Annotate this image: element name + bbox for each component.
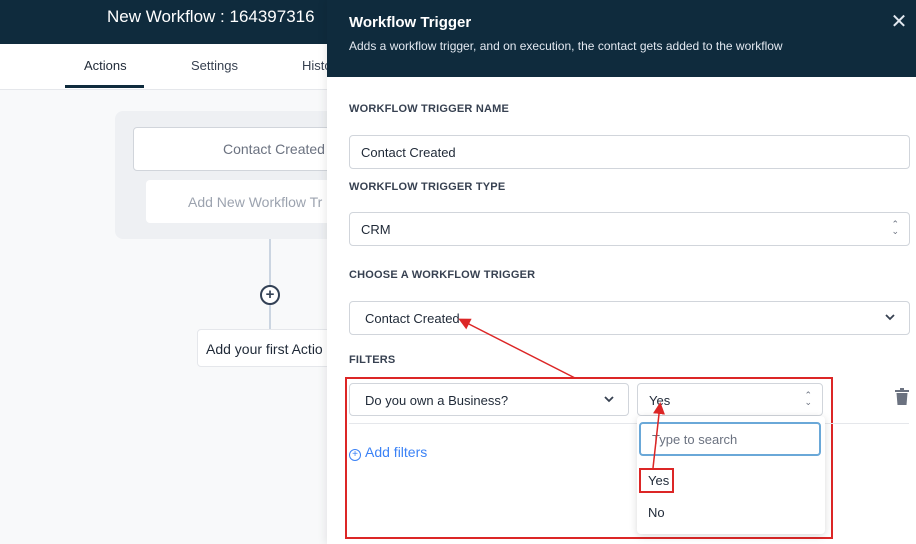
trigger-type-label: WORKFLOW TRIGGER TYPE [349, 181, 506, 193]
option-highlight-box [639, 468, 674, 493]
filter-value: Yes [649, 393, 671, 408]
add-filters-button[interactable]: + Add filters [349, 444, 427, 461]
add-step-icon[interactable]: + [260, 285, 280, 305]
trigger-type-select[interactable]: CRM ⌃ ⌄ [349, 212, 910, 246]
filters-label: FILTERS [349, 354, 396, 366]
dropdown-search-input[interactable] [639, 422, 821, 456]
workflow-title: New Workflow : 164397316 [107, 7, 315, 26]
add-filters-label: Add filters [365, 444, 428, 460]
trigger-name-value: Contact Created [361, 145, 456, 160]
filter-value-dropdown: Yes No [637, 416, 825, 534]
connector-line [269, 239, 271, 329]
trigger-card[interactable]: Contact Created [133, 127, 353, 171]
dropdown-option-no[interactable]: No [637, 499, 825, 527]
add-trigger-button[interactable]: Add New Workflow Tr [146, 180, 356, 223]
add-action-button[interactable]: Add your first Actio [197, 329, 337, 367]
choose-trigger-value: Contact Created [365, 311, 460, 326]
chevron-down-icon [604, 396, 614, 403]
choose-trigger-label: CHOOSE A WORKFLOW TRIGGER [349, 269, 536, 281]
trigger-type-value: CRM [361, 222, 391, 237]
trigger-name-input[interactable]: Contact Created [349, 135, 910, 169]
trash-icon[interactable] [894, 388, 910, 406]
tab-settings[interactable]: Settings [191, 58, 238, 73]
panel-subtitle: Adds a workflow trigger, and on executio… [349, 39, 783, 53]
plus-circle-icon: + [349, 449, 361, 461]
trigger-name-label: WORKFLOW TRIGGER NAME [349, 103, 510, 115]
tab-actions[interactable]: Actions [84, 58, 127, 73]
close-icon[interactable]: ✕ [889, 12, 909, 32]
trigger-card-label: Contact Created [223, 141, 325, 157]
filter-field-value: Do you own a Business? [365, 393, 509, 408]
chevron-down-icon [885, 314, 895, 321]
workflow-trigger-panel: Workflow Trigger Adds a workflow trigger… [327, 0, 916, 544]
filter-divider [349, 423, 909, 424]
add-action-label: Add your first Actio [206, 341, 323, 357]
add-trigger-label: Add New Workflow Tr [188, 194, 323, 210]
updown-icon: ⌃ ⌄ [891, 219, 899, 236]
filter-value-select[interactable]: Yes ⌃ ⌄ [637, 383, 823, 416]
choose-trigger-select[interactable]: Contact Created [349, 301, 910, 335]
panel-header: Workflow Trigger Adds a workflow trigger… [327, 0, 916, 77]
panel-title: Workflow Trigger [349, 14, 472, 31]
updown-icon: ⌃ ⌄ [804, 390, 812, 407]
active-tab-indicator [65, 85, 144, 88]
filter-field-select[interactable]: Do you own a Business? [349, 383, 629, 416]
